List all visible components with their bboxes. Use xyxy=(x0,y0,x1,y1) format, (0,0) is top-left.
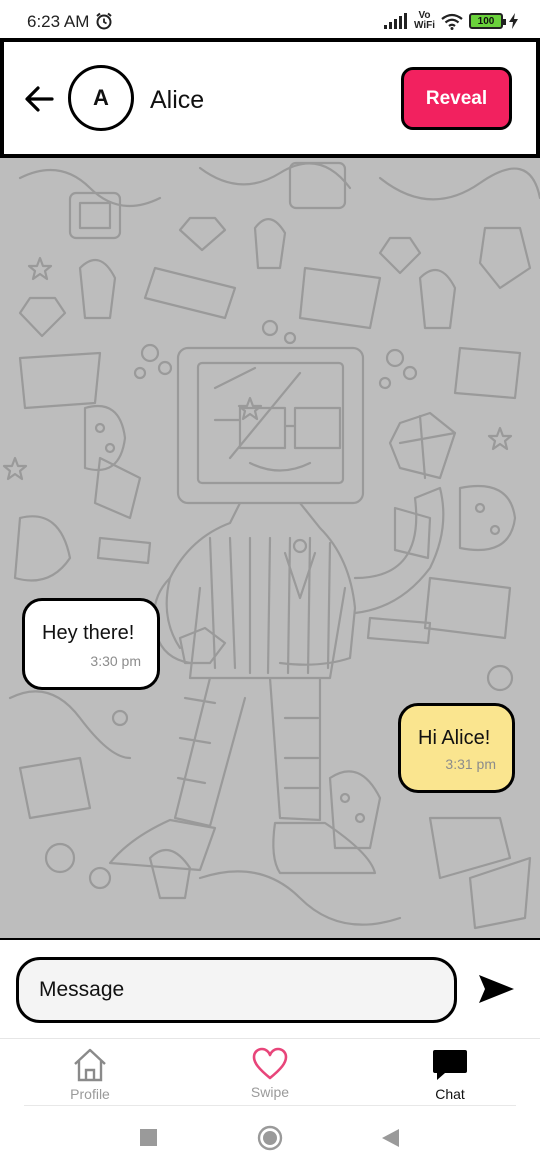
nav-label: Swipe xyxy=(250,1084,290,1100)
status-indicators: Vo WiFi 100 xyxy=(383,10,518,32)
bottom-navigation: Profile Swipe Chat xyxy=(0,1038,540,1108)
back-arrow-icon[interactable] xyxy=(22,82,56,116)
nav-item-profile[interactable]: Profile xyxy=(30,1047,150,1102)
vowifi-label: Vo WiFi xyxy=(414,11,435,31)
message-composer xyxy=(0,938,540,1038)
message-text: Hey there! xyxy=(42,622,135,644)
system-navigation-bar xyxy=(0,1108,540,1170)
charging-icon xyxy=(509,13,518,29)
home-button-icon[interactable] xyxy=(257,1125,283,1151)
recent-apps-icon[interactable] xyxy=(140,1129,157,1146)
wifi-icon xyxy=(441,13,463,30)
reveal-button[interactable]: Reveal xyxy=(401,67,512,130)
contact-name: Alice xyxy=(150,86,205,114)
battery-indicator: 100 xyxy=(469,13,506,29)
back-button-icon[interactable] xyxy=(382,1129,399,1147)
message-input[interactable] xyxy=(16,957,457,1023)
doodle-background xyxy=(2,161,540,930)
alarm-icon xyxy=(96,12,112,30)
message-time: 3:31 pm xyxy=(445,756,496,772)
message-time: 3:30 pm xyxy=(90,653,141,669)
avatar[interactable]: A xyxy=(68,65,134,131)
chat-header: A Alice Reveal xyxy=(0,38,540,158)
nav-label: Chat xyxy=(435,1086,465,1102)
nav-divider xyxy=(24,1105,516,1106)
nav-item-swipe[interactable]: Swipe xyxy=(210,1047,330,1100)
home-icon xyxy=(74,1048,106,1082)
message-bubble-outgoing[interactable]: Hi Alice! 3:31 pm xyxy=(398,703,515,793)
status-bar: 6:23 AM Vo WiFi 100 xyxy=(0,0,540,40)
heart-icon xyxy=(252,1047,288,1080)
nav-item-chat[interactable]: Chat xyxy=(390,1047,510,1102)
chat-messages-area[interactable]: Hey there! 3:30 pm Hi Alice! 3:31 pm xyxy=(0,158,540,938)
signal-icon xyxy=(383,13,407,29)
send-icon[interactable] xyxy=(476,972,516,1006)
status-time: 6:23 AM xyxy=(27,12,90,31)
message-text: Hi Alice! xyxy=(418,727,491,749)
chat-bubble-icon xyxy=(433,1050,467,1080)
message-bubble-incoming[interactable]: Hey there! 3:30 pm xyxy=(22,598,160,690)
vowifi-bottom: WiFi xyxy=(413,20,435,31)
nav-label: Profile xyxy=(70,1086,110,1102)
